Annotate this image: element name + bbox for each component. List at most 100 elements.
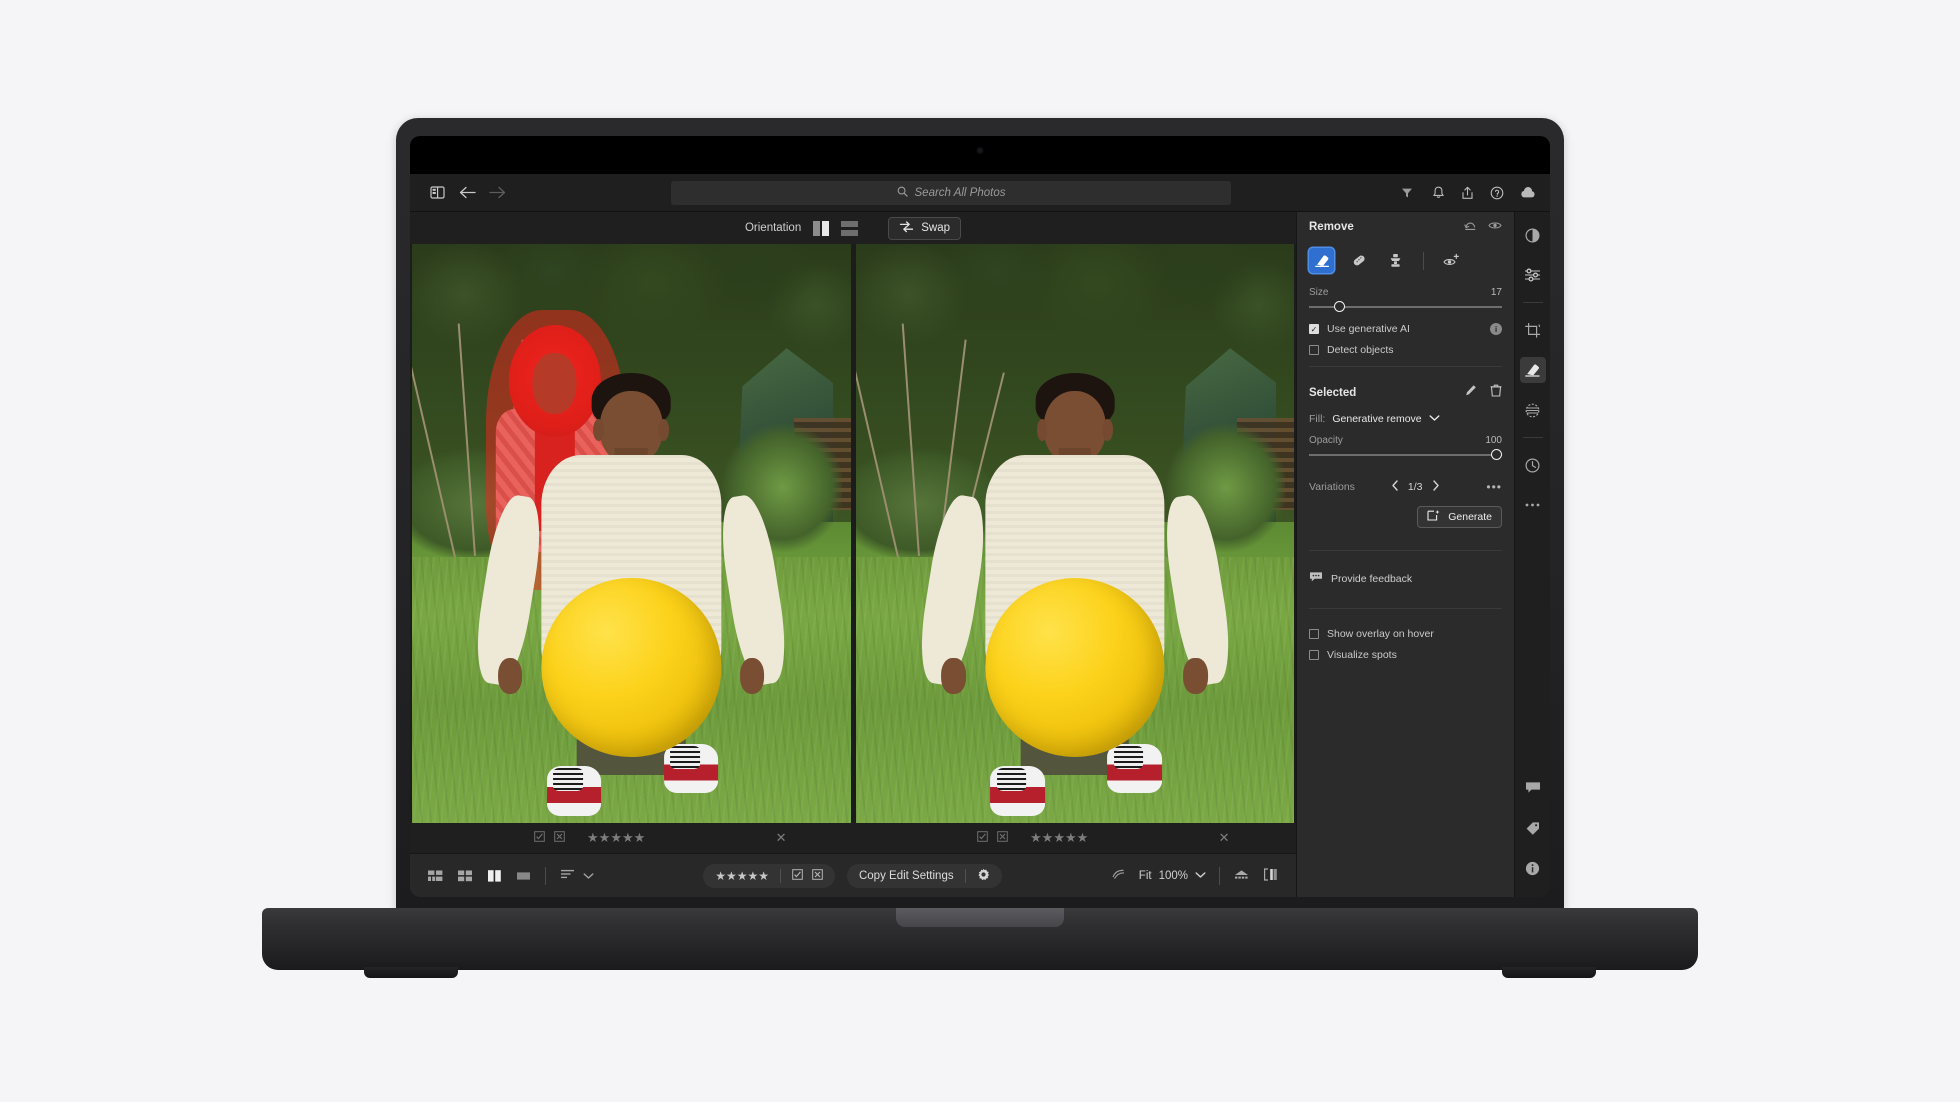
show-overlay-on-hover-checkbox[interactable] [1309, 629, 1319, 639]
size-value: 17 [1490, 287, 1502, 298]
edit-presets-icon[interactable] [1520, 222, 1546, 248]
flag-reject-icon[interactable] [997, 829, 1008, 847]
trash-delete-icon[interactable] [1490, 384, 1502, 402]
grid-view-icon[interactable] [428, 869, 444, 883]
rating-filter-stars[interactable]: ★★★★★ [715, 869, 769, 883]
brush-edit-icon[interactable] [1464, 384, 1477, 402]
visualize-spots-row[interactable]: Visualize spots [1309, 649, 1502, 661]
crop-icon[interactable] [1520, 317, 1546, 343]
view-mode-group [428, 866, 594, 885]
rail-divider [1522, 302, 1543, 303]
remove-eraser-icon[interactable] [1519, 357, 1546, 383]
flag-pick-icon[interactable] [534, 829, 545, 847]
square-grid-view-icon[interactable] [458, 869, 473, 883]
laptop-foot-left [364, 967, 458, 978]
webcam-icon [976, 147, 984, 154]
detect-objects-row[interactable]: Detect objects [1309, 344, 1502, 356]
use-generative-ai-checkbox[interactable]: ✓ [1309, 324, 1319, 334]
versions-history-icon[interactable] [1520, 452, 1546, 478]
funnel-filter-icon[interactable] [1390, 187, 1424, 199]
flag-reject-icon[interactable] [812, 867, 823, 885]
fill-label: Fill: [1309, 413, 1326, 425]
cloud-sync-icon[interactable] [1520, 186, 1536, 199]
sort-control[interactable] [560, 867, 594, 885]
visualize-spots-label: Visualize spots [1327, 649, 1397, 661]
forward-button[interactable] [482, 180, 512, 206]
opacity-section: Opacity 100 [1297, 425, 1514, 470]
remove-tool-group [1297, 242, 1514, 283]
info-icon[interactable]: i [1490, 323, 1502, 335]
add-spot-tool[interactable] [1439, 248, 1464, 273]
chevron-down-icon[interactable] [1429, 413, 1440, 425]
opacity-slider[interactable] [1309, 448, 1502, 462]
size-slider[interactable] [1309, 300, 1502, 314]
opacity-slider-knob[interactable] [1491, 449, 1502, 460]
chevron-left-icon[interactable] [1391, 480, 1399, 494]
after-rating-row: ★★★★★ ✕ [853, 823, 1296, 853]
sidebar-toggle-icon[interactable] [424, 180, 450, 206]
detect-objects-checkbox[interactable] [1309, 345, 1319, 355]
swap-arrows-icon [899, 220, 914, 236]
after-star-rating[interactable]: ★★★★★ [1030, 830, 1088, 846]
notifications-icon[interactable] [1432, 186, 1445, 200]
laptop-lid: Search All Photos Orientation Swap ★★★★★… [396, 118, 1564, 913]
yellow-ball [985, 577, 1165, 758]
before-star-rating[interactable]: ★★★★★ [587, 830, 645, 846]
size-label: Size [1309, 287, 1329, 298]
zoom-level-value: 100% [1158, 869, 1188, 882]
size-slider-knob[interactable] [1334, 301, 1346, 312]
loupe-icon[interactable] [1111, 868, 1126, 884]
show-overlay-on-hover-row[interactable]: Show overlay on hover [1309, 628, 1502, 640]
visualize-spots-checkbox[interactable] [1309, 650, 1319, 660]
eraser-remove-tool[interactable] [1309, 248, 1334, 273]
rating-filter-pill[interactable]: ★★★★★ [703, 863, 835, 888]
orientation-stacked-button[interactable] [841, 220, 859, 236]
compare-view-icon[interactable] [487, 869, 502, 883]
app-topbar: Search All Photos [410, 174, 1550, 212]
clone-stamp-tool[interactable] [1383, 248, 1408, 273]
search-area: Search All Photos [512, 180, 1390, 205]
right-tool-rail [1514, 212, 1550, 897]
healing-brush-tool[interactable] [1346, 248, 1371, 273]
flag-pick-icon[interactable] [792, 867, 803, 885]
before-photo-pane[interactable] [412, 244, 851, 823]
selected-section-header: Selected [1297, 375, 1514, 406]
edit-sliders-icon[interactable] [1520, 262, 1546, 288]
gear-icon[interactable] [977, 868, 990, 884]
generate-button[interactable]: Generate [1417, 506, 1502, 528]
before-close-icon[interactable]: ✕ [776, 830, 787, 846]
more-options-icon[interactable]: ••• [1486, 480, 1502, 494]
search-input[interactable]: Search All Photos [671, 180, 1231, 205]
comments-icon[interactable] [1520, 775, 1546, 801]
toggle-visibility-icon[interactable] [1488, 218, 1502, 236]
after-close-icon[interactable]: ✕ [1219, 830, 1230, 846]
reset-icon[interactable] [1464, 218, 1477, 236]
fill-row[interactable]: Fill: Generative remove [1297, 406, 1514, 425]
flag-pick-icon[interactable] [977, 829, 988, 847]
bottom-center-group: ★★★★★ Copy Edit Settings [608, 863, 1097, 888]
chevron-down-icon [1195, 870, 1206, 882]
orientation-side-by-side-button[interactable] [813, 220, 830, 236]
keywords-tag-icon[interactable] [1520, 815, 1546, 841]
copy-edit-settings-button[interactable]: Copy Edit Settings [846, 863, 1002, 888]
swap-button[interactable]: Swap [888, 216, 962, 240]
filmstrip-toggle-icon[interactable] [1233, 868, 1250, 884]
before-rating-row: ★★★★★ ✕ [410, 823, 853, 853]
show-overlay-on-hover-label: Show overlay on hover [1327, 628, 1434, 640]
provide-feedback-row[interactable]: Provide feedback [1297, 559, 1514, 586]
center-column: Orientation Swap ★★★★★ ✕ ★★★★★ ✕ ★★★★★ C… [410, 212, 1296, 897]
back-button[interactable] [452, 180, 482, 206]
more-tools-icon[interactable] [1520, 492, 1546, 518]
zoom-level-selector[interactable]: Fit 100% [1139, 870, 1206, 882]
use-generative-ai-row[interactable]: ✓ Use generative AI i [1309, 323, 1502, 335]
search-icon [897, 186, 908, 200]
masking-icon[interactable] [1520, 397, 1546, 423]
help-icon[interactable] [1490, 186, 1504, 200]
after-photo-pane[interactable] [855, 244, 1294, 823]
panel-layout-toggle-icon[interactable] [1263, 867, 1278, 884]
photo-info-icon[interactable] [1520, 855, 1546, 881]
detail-view-icon[interactable] [516, 869, 531, 883]
share-icon[interactable] [1461, 186, 1474, 200]
flag-reject-icon[interactable] [554, 829, 565, 847]
chevron-right-icon[interactable] [1432, 480, 1440, 494]
